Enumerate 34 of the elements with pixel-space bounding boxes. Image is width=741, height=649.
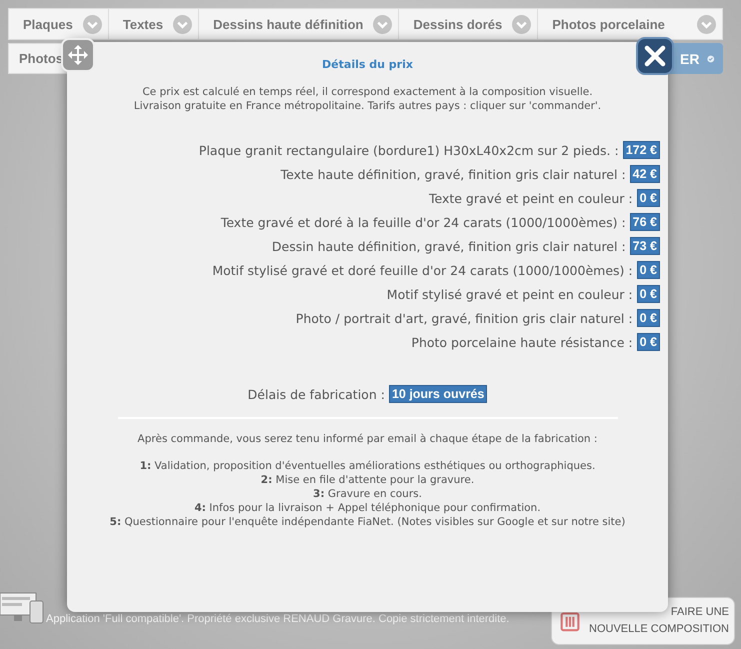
price-amount: 0 €	[636, 285, 660, 303]
copyright-text: Application 'Full compatible'. Propriété exclusive RENAUD Gravure. Copie strictement interdite.	[46, 613, 510, 625]
price-label: Photo / portrait d'art, gravé, finition gris clair naturel :	[296, 310, 633, 326]
step-text: 3: Gravure en cours.	[313, 487, 422, 501]
price-amount: 0 €	[636, 261, 660, 279]
step-text: 1: Validation, proposition d'éventuelles améliorations esthétiques ou orthographiques.	[140, 459, 596, 473]
price-label: Texte haute définition, gravé, finition gris clair naturel :	[280, 166, 626, 182]
price-label: Photo porcelaine haute résistance :	[411, 334, 633, 350]
intro-text: Livraison gratuite en France métropolitaine. Tarifs autres pays : cliquer sur 'commander'.	[134, 99, 602, 113]
price-label: Motif stylisé gravé et peint en couleur :	[386, 286, 633, 302]
step-text: 5: Questionnaire pour l'enquête indépendante FiaNet. (Notes visibles sur Google et sur notre site)	[110, 515, 626, 529]
delay-value: 10 jours ouvrés	[388, 385, 488, 403]
price-amount: 172 €	[622, 141, 660, 159]
menu-tab[interactable]: Photos porcelaine	[538, 9, 722, 39]
price-label: Texte gravé et doré à la feuille d'or 24 carats (1000/1000èmes) :	[220, 214, 626, 230]
delay-label: Délais de fabrication :	[248, 386, 385, 402]
price-amount: 42 €	[630, 165, 660, 183]
price-amount: 0 €	[636, 333, 660, 351]
steps-intro: Après commande, vous serez tenu informé par email à chaque étape de la fabrication :	[138, 433, 598, 445]
menu-tab[interactable]: Dessins dorés	[399, 9, 538, 39]
price-amount: 0 €	[636, 189, 660, 207]
price-label: Dessin haute définition, gravé, finition gris clair naturel :	[272, 238, 626, 254]
price-label: Plaque granit rectangulaire (bordure1) H30xL40x2cm sur 2 pieds. :	[198, 142, 619, 158]
intro-text: Ce prix est calculé en temps réel, il correspond exactement à la composition visuelle.	[142, 85, 593, 99]
menu-tab[interactable]: Textes	[108, 9, 200, 39]
price-label: Texte gravé et peint en couleur :	[428, 190, 633, 206]
price-amount: 76 €	[630, 213, 660, 231]
step-text: 2: Mise en file d'attente pour la gravure.	[260, 473, 474, 487]
menu-tab[interactable]: Dessins haute définition	[199, 9, 400, 39]
price-amount: 73 €	[630, 237, 660, 255]
price-amount: 0 €	[636, 309, 660, 327]
dialog-title: Détails du prix	[322, 58, 413, 71]
price-label: Motif stylisé gravé et doré feuille d'or 24 carats (1000/1000èmes) :	[212, 262, 633, 278]
step-text: 4: Infos pour la livraison + Appel téléphonique pour confirmation.	[194, 501, 541, 515]
